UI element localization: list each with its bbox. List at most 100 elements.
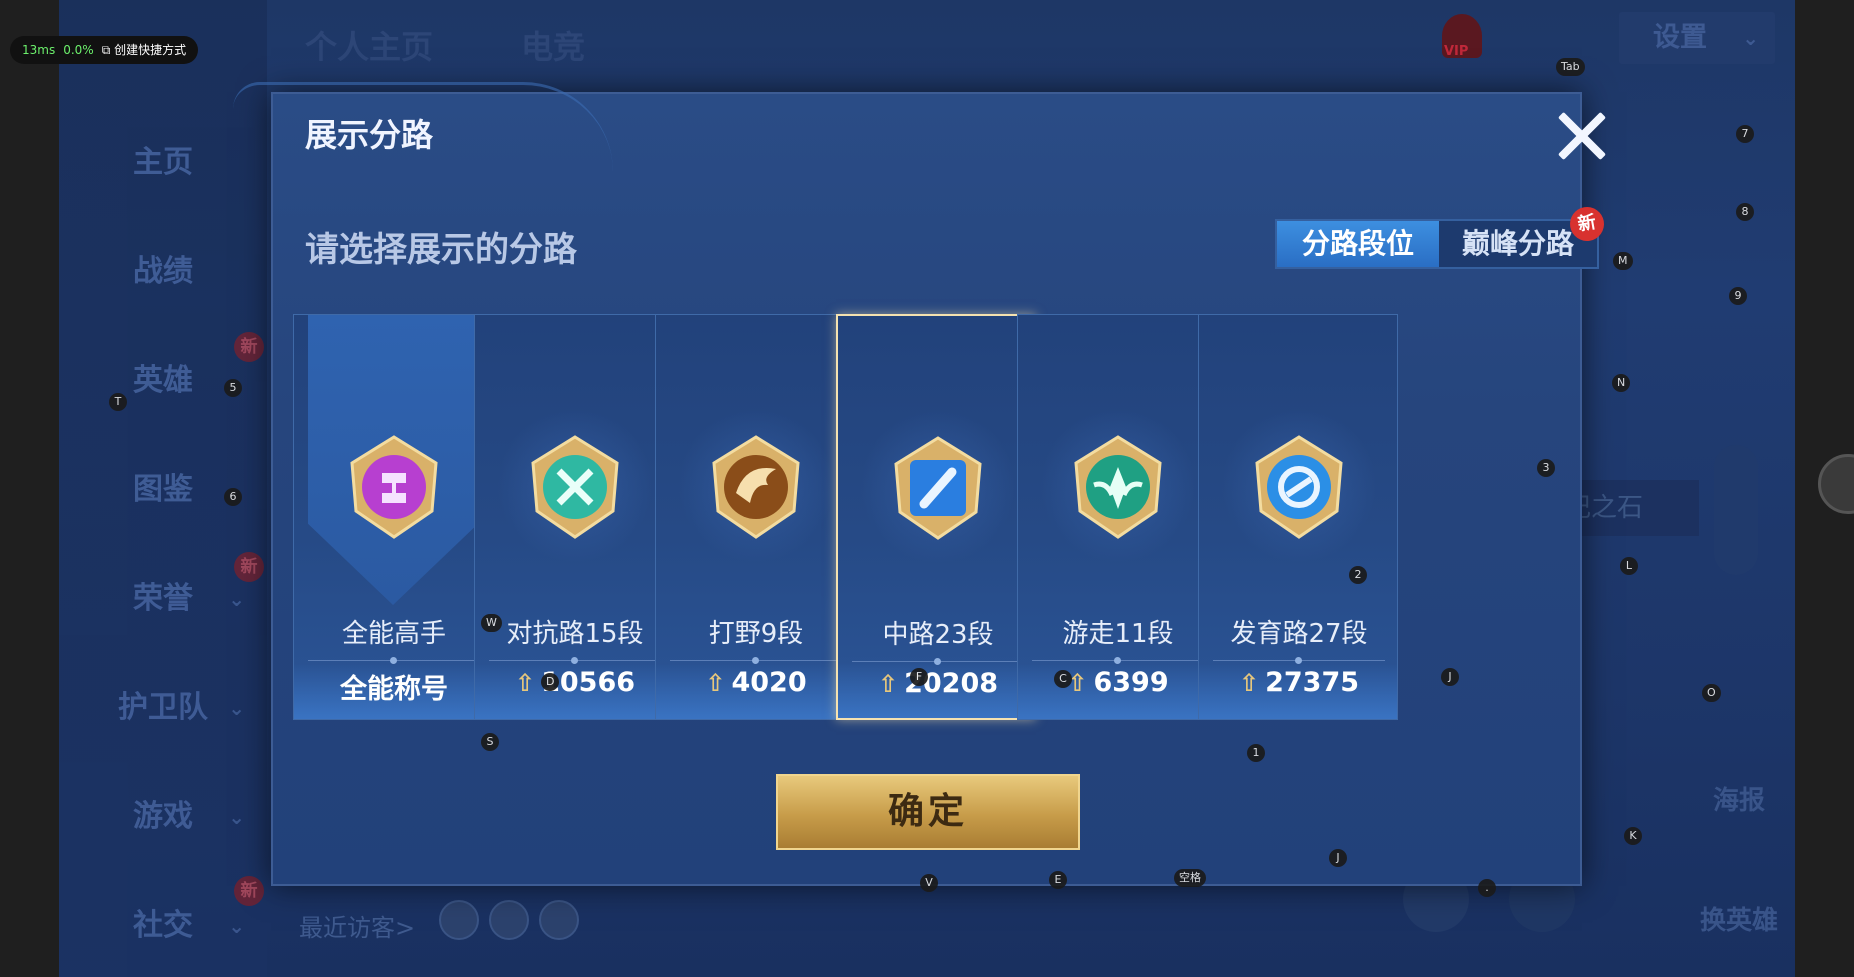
cpu-readout: 0.0% [63, 43, 94, 57]
change-hero-label: 换英雄 [1699, 906, 1778, 936]
route-name: 打野9段 [708, 619, 804, 649]
route-score: ⇧ 20208 [838, 668, 1038, 699]
performance-overlay: 13ms 0.0% ⧉ 创建快捷方式 [10, 36, 199, 64]
hotkey-hint: K [1624, 827, 1642, 845]
poster-label: 海报 [1712, 786, 1765, 816]
hotkey-hint: O [1702, 684, 1721, 702]
chevron-down-icon: ⌄ [1742, 26, 1759, 50]
divider-dot [571, 657, 578, 664]
chevron-down-icon: ⌄ [228, 805, 245, 829]
route-card-jungle[interactable]: 打野9段 ⇧ 4020 [655, 314, 855, 720]
route-name: 发育路27段 [1230, 619, 1368, 649]
hotkey-hint: E [1049, 871, 1067, 889]
route-name: 中路23段 [882, 620, 994, 650]
sidebar-item-label: 护卫队 [118, 690, 208, 725]
dialog-title: 展示分路 [305, 116, 434, 154]
tab-route-rank[interactable]: 分路段位 [1277, 221, 1439, 267]
avatar[interactable] [439, 900, 479, 940]
sidebar-item-record[interactable]: 战绩 [59, 242, 267, 302]
route-score: ⇧ 27375 [1199, 667, 1399, 698]
tab-profile[interactable]: 个人主页 [305, 22, 433, 68]
route-title: 全能称号 [340, 674, 448, 705]
divider-dot [1295, 657, 1302, 664]
hotkey-hint: C [1054, 670, 1072, 688]
settings-button[interactable]: 设置 ⌄ [1619, 12, 1775, 64]
route-score: ⇧ 10566 [475, 667, 675, 698]
sidebar-item-label: 荣誉 [133, 581, 193, 616]
sidebar-item-label: 英雄 [133, 363, 193, 398]
change-hero-button[interactable]: 换英雄 [1689, 900, 1789, 937]
route-name: 对抗路15段 [506, 619, 644, 649]
hotkey-hint: 5 [224, 379, 242, 397]
segment-control: 分路段位 巅峰分路 新 [1275, 204, 1607, 269]
new-badge: 新 [234, 332, 264, 362]
jungle-emblem-icon [712, 435, 800, 539]
hotkey-hint: T [109, 393, 127, 411]
screen: 主页 战绩 英雄 新 图鉴 荣誉 ⌄ 新 护卫队 ⌄ 游戏 ⌄ 社交 ⌄ 新 个人主页 … [0, 0, 1854, 977]
route-card-roam[interactable]: 游走11段 ⇧ 6399 [1017, 314, 1217, 720]
sidebar-item-label: 战绩 [133, 254, 193, 289]
hotkey-hint: Tab [1556, 58, 1585, 76]
latency-readout: 13ms [22, 43, 56, 57]
hotkey-hint: M [1613, 252, 1633, 270]
new-badge: 新 [234, 876, 264, 906]
chevron-down-icon: ⌄ [228, 696, 245, 720]
route-name: 全能高手 [341, 619, 446, 649]
route-card-clash[interactable]: 对抗路15段 ⇧ 10566 [474, 314, 674, 720]
rank-up-icon: ⇧ [1238, 669, 1260, 697]
hotkey-hint: L [1620, 557, 1638, 575]
divider-dot [934, 658, 941, 665]
game-viewport: 主页 战绩 英雄 新 图鉴 荣誉 ⌄ 新 护卫队 ⌄ 游戏 ⌄ 社交 ⌄ 新 个人主页 … [59, 0, 1795, 977]
sidebar-item-label: 社交 [133, 908, 193, 943]
hotkey-hint: 2 [1349, 566, 1367, 584]
settings-label: 设置 [1653, 22, 1707, 53]
clash-lane-emblem-icon [531, 435, 619, 539]
mid-lane-emblem-icon [894, 436, 982, 540]
rank-up-icon: ⇧ [514, 669, 536, 697]
divider-dot [390, 657, 397, 664]
hotkey-hint: 1 [1247, 744, 1265, 762]
route-display-dialog: 展示分路 请选择展示的分路 分路段位 巅峰分路 新 全能高手 全能称号 对抗路1… [233, 82, 1607, 886]
hotkey-hint: S [481, 733, 499, 751]
hotkey-hint: 3 [1537, 459, 1555, 477]
route-card-farm[interactable]: 发育路27段 ⇧ 27375 [1198, 314, 1398, 720]
sidebar-item-guard[interactable]: 护卫队 ⌄ [59, 678, 267, 738]
route-card-all[interactable]: 全能高手 全能称号 [293, 314, 493, 720]
hotkey-hint: . [1478, 879, 1496, 897]
sidebar-item-honor[interactable]: 荣誉 ⌄ [59, 569, 267, 629]
create-shortcut-link[interactable]: 创建快捷方式 [114, 43, 186, 57]
hotkey-hint: V [920, 874, 938, 892]
route-name: 游走11段 [1062, 619, 1174, 649]
sidebar-item-label: 主页 [133, 145, 193, 180]
route-score: ⇧ 4020 [656, 667, 856, 698]
hotkey-hint: W [481, 614, 502, 632]
hotkey-hint: J [1329, 849, 1347, 867]
score-value: 4020 [731, 667, 807, 698]
sidebar-item-social[interactable]: 社交 ⌄ [59, 896, 267, 956]
new-badge: 新 [234, 552, 264, 582]
hotkey-hint: J [1441, 668, 1459, 686]
emblem-strip [1714, 445, 1758, 575]
hotkey-hint: 6 [224, 488, 242, 506]
rank-up-icon: ⇧ [877, 670, 899, 698]
roam-emblem-icon [1074, 435, 1162, 539]
hotkey-hint: 7 [1736, 125, 1754, 143]
score-value: 6399 [1093, 667, 1169, 698]
confirm-button[interactable]: 确定 [776, 774, 1080, 850]
divider-dot [752, 657, 759, 664]
poster-button[interactable]: 海报 [1689, 780, 1789, 817]
route-card-mid[interactable]: 中路23段 ⇧ 20208 [836, 314, 1036, 720]
avatar[interactable] [539, 900, 579, 940]
close-button[interactable] [1550, 104, 1614, 168]
side-toolbar-toggle[interactable] [1818, 454, 1854, 514]
sidebar-item-label: 图鉴 [133, 472, 193, 507]
farm-lane-emblem-icon [1255, 435, 1343, 539]
tab-esports[interactable]: 电竞 [521, 22, 585, 68]
sidebar-item-games[interactable]: 游戏 ⌄ [59, 787, 267, 847]
hotkey-hint: F [910, 668, 928, 686]
all-rounder-emblem-icon [350, 435, 438, 539]
recent-visitors-link[interactable]: 最近访客> [299, 908, 415, 943]
rank-up-icon: ⇧ [705, 669, 726, 697]
hotkey-hint: 空格 [1174, 869, 1206, 887]
avatar[interactable] [489, 900, 529, 940]
